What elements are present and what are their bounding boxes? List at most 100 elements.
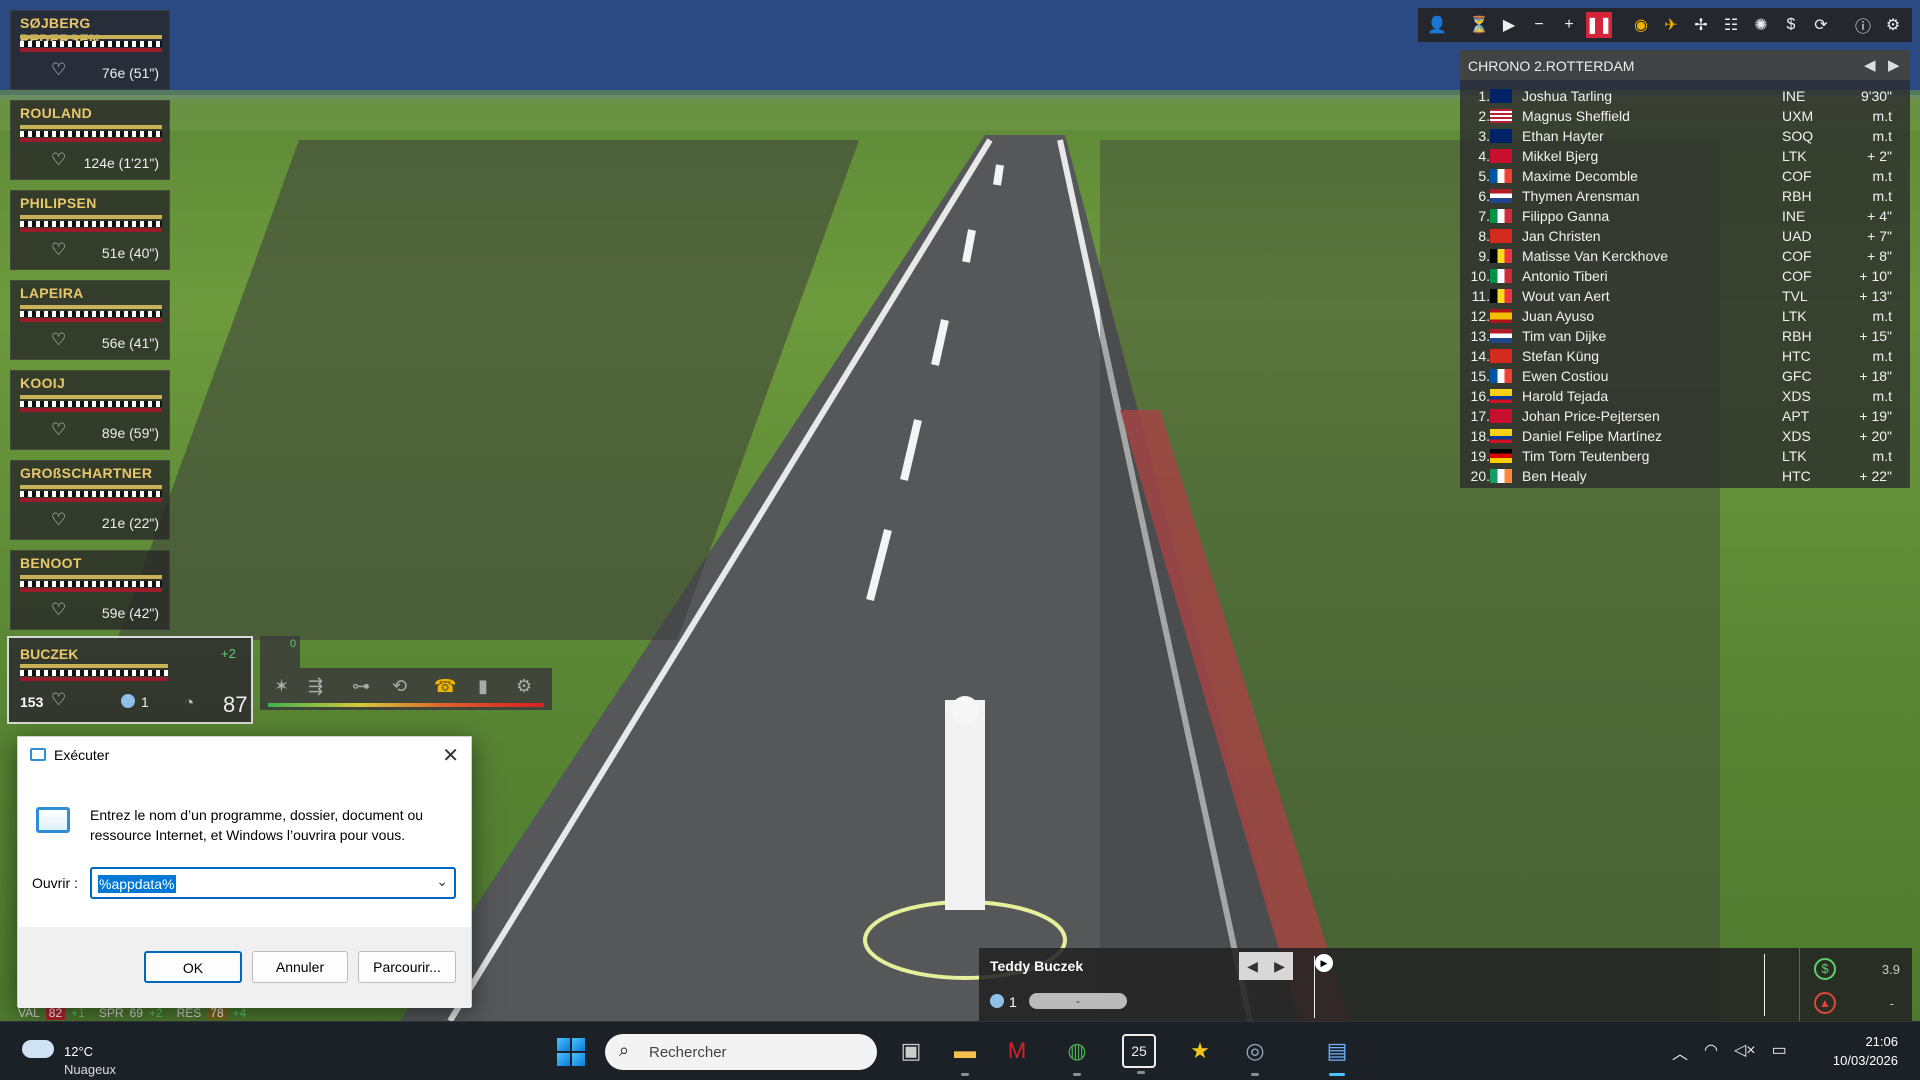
wheel-icon[interactable]: ✺ — [1748, 12, 1774, 38]
rider-card[interactable]: ROULAND ♡ 124e (1'21") — [10, 100, 170, 180]
rider-card[interactable]: BENOOT ♡ 59e (42") — [10, 550, 170, 630]
hourglass-icon[interactable]: ⏳ — [1466, 12, 1492, 38]
temperature: 12°C — [64, 1044, 94, 1059]
sprint-icon[interactable]: $ — [1778, 12, 1804, 38]
ranking-row[interactable]: 9. Matisse Van Kerckhove COF + 8" — [1460, 246, 1910, 266]
rank-number: 2. — [1478, 108, 1490, 124]
ranking-row[interactable]: 5. Maxime Decomble COF m.t — [1460, 166, 1910, 186]
rider-position: 51e (40") — [101, 245, 159, 261]
ranking-row[interactable]: 10. Antonio Tiberi COF + 10" — [1460, 266, 1910, 286]
time-gap: m.t — [1872, 308, 1892, 324]
rider-card[interactable]: PHILIPSEN ♡ 51e (40") — [10, 190, 170, 270]
next-arrow-icon[interactable]: ▶ — [1888, 56, 1900, 74]
taskbar-search[interactable]: ⌕ Rechercher — [605, 1034, 877, 1070]
effort-icon[interactable]: ☎ — [434, 676, 456, 697]
ranking-row[interactable]: 7. Filippo Ganna INE + 4" — [1460, 206, 1910, 226]
relay-icon[interactable]: ⊶ — [352, 676, 370, 697]
pcm25-icon[interactable]: 25 — [1122, 1034, 1156, 1074]
helicopter-icon[interactable]: ✈ — [1658, 12, 1684, 38]
rider-name: Ben Healy — [1522, 468, 1587, 484]
pause-icon[interactable]: ❚❚ — [1586, 12, 1612, 38]
mcafee-icon[interactable]: M — [1000, 1034, 1034, 1068]
next-rider-icon[interactable]: ▶ — [1274, 958, 1285, 975]
taskbar-clock[interactable]: 21:06 10/03/2026 — [1833, 1032, 1898, 1070]
ok-button[interactable]: OK — [144, 951, 242, 983]
ranking-row[interactable]: 3. Ethan Hayter SOQ m.t — [1460, 126, 1910, 146]
rank-number: 1. — [1478, 88, 1490, 104]
star-app-icon[interactable]: ★ — [1183, 1034, 1217, 1068]
ranking-row[interactable]: 2. Magnus Sheffield UXM m.t — [1460, 106, 1910, 126]
steam-icon[interactable]: ◎ — [1238, 1034, 1272, 1076]
ranking-row[interactable]: 17. Johan Price-Pejtersen APT + 19" — [1460, 406, 1910, 426]
ranking-row[interactable]: 14. Stefan Küng HTC m.t — [1460, 346, 1910, 366]
flag-icon — [1490, 169, 1512, 183]
effort-bar — [20, 228, 162, 232]
windows-start-icon[interactable] — [557, 1038, 585, 1066]
mute-icon[interactable]: ◁× — [1734, 1040, 1756, 1064]
file-explorer-icon[interactable]: ▬ — [948, 1034, 982, 1076]
ranking-row[interactable]: 11. Wout van Aert TVL + 13" — [1460, 286, 1910, 306]
ranking-row[interactable]: 6. Thymen Arensman RBH m.t — [1460, 186, 1910, 206]
team-code: LTK — [1782, 308, 1807, 324]
energy-bar — [20, 305, 162, 309]
rank-number: 11. — [1471, 288, 1490, 304]
rider-name: Juan Ayuso — [1522, 308, 1595, 324]
ranking-row[interactable]: 20. Ben Healy HTC + 22" — [1460, 466, 1910, 486]
rider-card[interactable]: SØJBERG PEDERSEN ♡ 76e (51") — [10, 10, 170, 90]
selected-rider-card[interactable]: BUCZEK +2 153 ♡ 1 ◔ 87 — [7, 636, 253, 724]
ranking-row[interactable]: 15. Ewen Costiou GFC + 18" — [1460, 366, 1910, 386]
chevron-up-icon[interactable]: ︿ — [1672, 1040, 1688, 1064]
eye-icon[interactable]: ◉ — [1628, 12, 1654, 38]
pace-icon[interactable]: ⟲ — [392, 676, 407, 697]
play-marker-icon[interactable]: ▶ — [1315, 954, 1333, 972]
ranking-row[interactable]: 1. Joshua Tarling INE 9'30" — [1460, 86, 1910, 106]
ranking-row[interactable]: 19. Tim Torn Teutenberg LTK m.t — [1460, 446, 1910, 466]
bottle-icon[interactable]: ▮ — [478, 676, 488, 697]
ranking-row[interactable]: 13. Tim van Dijke RBH + 15" — [1460, 326, 1910, 346]
team-code: RBH — [1782, 188, 1812, 204]
team-code: HTC — [1782, 348, 1811, 364]
rider-card[interactable]: LAPEIRA ♡ 56e (41") — [10, 280, 170, 360]
wifi-icon[interactable]: ◠ — [1704, 1040, 1718, 1064]
ranking-row[interactable]: 4. Mikkel Bjerg LTK + 2" — [1460, 146, 1910, 166]
rider-icon[interactable]: 👤 — [1424, 12, 1450, 38]
time-gap: 9'30" — [1860, 88, 1892, 104]
plus-icon[interactable]: + — [1556, 12, 1582, 38]
ranking-row[interactable]: 18. Daniel Felipe Martínez XDS + 20" — [1460, 426, 1910, 446]
close-icon[interactable]: ✕ — [442, 743, 459, 768]
chrome-icon[interactable]: ◍ — [1060, 1034, 1094, 1076]
play-icon[interactable]: ▶ — [1496, 12, 1522, 38]
refresh-icon[interactable]: ⟳ — [1808, 12, 1834, 38]
rank-number: 10. — [1470, 268, 1490, 284]
battery-icon[interactable]: ▭ — [1772, 1040, 1787, 1064]
flag-icon — [1490, 89, 1512, 103]
rider-card[interactable]: KOOIJ ♡ 89e (59") — [10, 370, 170, 450]
task-view-icon[interactable]: ▣ — [894, 1034, 928, 1068]
run-taskbar-icon[interactable]: ▤ — [1320, 1034, 1354, 1076]
aerial-icon[interactable]: ☷ — [1718, 12, 1744, 38]
previous-arrow-icon[interactable]: ◀ — [1864, 56, 1876, 74]
rank-number: 15. — [1470, 368, 1490, 384]
team-code: SOQ — [1782, 128, 1814, 144]
clock-icon — [121, 694, 135, 708]
info-icon[interactable]: ⓘ — [1850, 12, 1876, 38]
prev-rider-icon[interactable]: ◀ — [1247, 958, 1258, 975]
attack-icon[interactable]: ✶ — [274, 676, 289, 697]
rider-card[interactable]: GROßSCHARTNER ♡ 21e (22") — [10, 460, 170, 540]
rank-number: 13. — [1470, 328, 1490, 344]
draft-icon[interactable]: ⇶ — [308, 676, 323, 697]
gear-icon[interactable]: ⚙ — [1880, 12, 1906, 38]
ranking-row[interactable]: 12. Juan Ayuso LTK m.t — [1460, 306, 1910, 326]
heart-icon: ♡ — [51, 690, 67, 709]
chevron-down-icon[interactable]: ⌄ — [436, 873, 448, 890]
minus-icon[interactable]: − — [1526, 12, 1552, 38]
rider-info-panel: Teddy Buczek ◀ ▶ 1 - ▶ — [979, 948, 1799, 1021]
drone-icon[interactable]: ✢ — [1688, 12, 1714, 38]
open-input-value[interactable]: %appdata% — [98, 875, 176, 893]
ranking-row[interactable]: 8. Jan Christen UAD + 7" — [1460, 226, 1910, 246]
open-input[interactable]: %appdata% ⌄ — [90, 867, 456, 899]
cancel-button[interactable]: Annuler — [252, 951, 348, 983]
browse-button[interactable]: Parcourir... — [358, 951, 456, 983]
ranking-row[interactable]: 16. Harold Tejada XDS m.t — [1460, 386, 1910, 406]
settings-icon[interactable]: ⚙ — [516, 676, 532, 697]
